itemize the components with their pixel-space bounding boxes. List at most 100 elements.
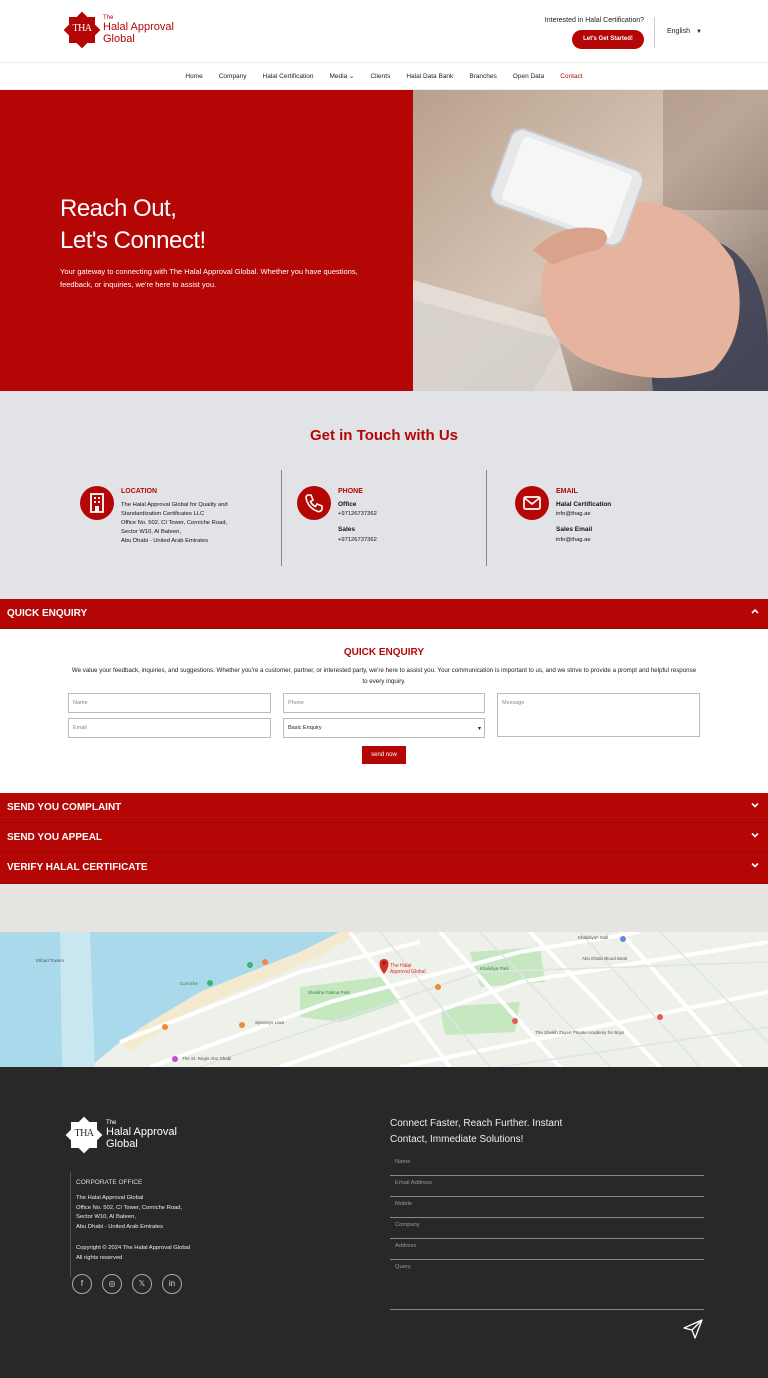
address-line: Abu Dhabi - United Arab Emirates [76,1223,163,1230]
enquiry-description: We value your feedback, inquiries, and s… [71,667,697,685]
footer-company-input[interactable]: Company [390,1218,704,1239]
nav-item-branches[interactable]: Branches [469,73,496,80]
map-label: Sheikha Fatima Park [308,990,351,995]
map-label: Khalidiyah Mall [578,935,608,940]
x-twitter-icon[interactable]: 𝕏 [132,1274,152,1294]
cert-email-label: Halal Certification [556,501,612,508]
linkedin-icon[interactable]: in [162,1274,182,1294]
nav-item-contact[interactable]: Contact [560,73,582,80]
footer-email-input[interactable]: Email Address [390,1176,704,1197]
enquiry-type-value: Basic Enquiry [288,725,322,731]
message-textarea[interactable]: Message [497,693,700,737]
map-label: Khalidiya Park [480,966,510,971]
hero-panel: Reach Out, Let's Connect! Your gateway t… [0,90,413,391]
enquiry-title: QUICK ENQUIRY [343,647,425,658]
name-input[interactable]: Name [68,693,271,713]
enquiry-type-select[interactable]: Basic Enquiry ▾ [283,718,485,738]
nav-item-halal-data-bank[interactable]: Halal Data Bank [406,73,453,80]
footer-name-input[interactable]: Name [390,1155,704,1176]
chevron-down-icon [750,800,760,813]
address-line: The Halal Approval Global [76,1195,144,1201]
nav-item-home[interactable]: Home [185,73,202,80]
language-selector[interactable]: English ▼ [667,28,702,35]
location-line: Standardization Certificates LLC [121,511,205,517]
logo-mark: THA [74,1128,94,1139]
logo-badge: THA [65,1116,103,1154]
location-heading: LOCATION [121,488,158,495]
hero-image [413,90,768,391]
paper-plane-send-icon[interactable] [682,1318,704,1340]
office-phone[interactable]: +97126737362 [338,511,377,517]
caret-down-icon: ▼ [695,29,702,35]
select-arrow-icon: ▾ [477,726,481,732]
location-line: Office No. 502, CI Tower, Corniche Road, [121,520,228,526]
hero-title-line2: Let's Connect! [60,227,206,254]
site-header: THA The Halal Approval Global Interested… [0,0,768,63]
map-label: The St. Regis Abu Dhabi [182,1056,231,1061]
map-pin-label: Approval Global [390,969,426,975]
sales-email[interactable]: info@thag.ae [556,537,591,543]
logo-line1: Halal Approval [103,21,174,33]
hand-phone-illustration [413,90,768,391]
phone-heading: PHONE [338,488,363,495]
copyright-line: All rights reserved [76,1254,123,1261]
accordion-complaint[interactable]: SEND YOU COMPLAINT [0,793,768,823]
touch-title: Get in Touch with Us [309,427,459,444]
get-in-touch-section: Get in Touch with Us LOCATION The Halal … [0,391,768,599]
tagline-line: Connect Faster, Reach Further. Instant [390,1118,563,1129]
map-label: Abu Dhabi Blood Bank [582,956,628,961]
map-label: The Sheikh Zayed Private Academy for Boy… [535,1030,625,1035]
sales-phone[interactable]: +97126737362 [338,537,377,543]
nav-item-open-data[interactable]: Open Data [513,73,544,80]
footer-logo[interactable]: THA The Halal Approval Global [65,1116,177,1154]
copyright: Copyright © 2024 The Halal Approval Glob… [76,1244,190,1263]
footer-address: The Halal Approval Global Office No. 502… [76,1194,182,1232]
accordion-appeal[interactable]: SEND YOU APPEAL [0,823,768,853]
location-address: The Halal Approval Global for Quality an… [121,501,228,546]
cert-email[interactable]: info@thag.ae [556,511,591,517]
location-map[interactable]: The Halal Approval Global Corniche Sheik… [0,932,768,1067]
nav-item-media[interactable]: Media ⌄ [329,72,354,80]
site-footer: THA The Halal Approval Global CORPORATE … [0,1067,768,1378]
building-icon [80,486,114,520]
hero-title: Reach Out, Let's Connect! [60,193,206,257]
spacer-strip [0,884,768,932]
chevron-up-icon [750,606,760,619]
accordion-verify-certificate[interactable]: VERIFY HALAL CERTIFICATE [0,853,768,884]
footer-mobile-input[interactable]: Mobile [390,1197,704,1218]
accordion-label: QUICK ENQUIRY [7,608,88,619]
chevron-down-icon [750,830,760,843]
nav-item-halal-certification[interactable]: Halal Certification [263,73,314,80]
hero-subtitle: Your gateway to connecting with The Hala… [60,267,358,289]
header-divider [654,17,655,48]
quick-enquiry-panel: QUICK ENQUIRY We value your feedback, in… [0,629,768,792]
accordion-label: VERIFY HALAL CERTIFICATE [7,862,148,873]
email-input[interactable]: Email [68,718,271,738]
language-label: English [667,28,690,35]
map-label: Corniche [180,981,199,986]
location-line: The Halal Approval Global for Quality an… [121,502,228,508]
logo-line2: Global [103,33,135,45]
sales-email-label: Sales Email [556,526,593,533]
map-label: Etihad Towers [36,958,65,963]
get-started-button[interactable]: Let's Get Started! [572,30,644,49]
send-now-button[interactable]: send now [362,746,406,764]
site-logo[interactable]: THA The Halal Approval Global [63,11,174,49]
email-heading: EMAIL [556,488,578,495]
nav-item-company[interactable]: Company [219,73,247,80]
phone-input[interactable]: Phone [283,693,485,713]
tagline-line: Contact, Immediate Solutions! [390,1134,524,1145]
accordion-quick-enquiry[interactable]: QUICK ENQUIRY [0,599,768,629]
social-links: f ◎ 𝕏 in [72,1274,182,1294]
facebook-icon[interactable]: f [72,1274,92,1294]
instagram-icon[interactable]: ◎ [102,1274,122,1294]
location-line: Abu Dhabi - United Arab Emirates [121,538,208,544]
map-label: Spinneys Liwa [255,1020,285,1025]
footer-query-textarea[interactable]: Query [390,1260,704,1310]
chevron-down-icon [750,860,760,873]
footer-address-input[interactable]: Address [390,1239,704,1260]
address-line: Sector W10, Al Bateen, [76,1214,136,1220]
nav-item-clients[interactable]: Clients [370,73,390,80]
corporate-office-heading: CORPORATE OFFICE [76,1179,143,1186]
logo-mark: THA [72,23,92,34]
